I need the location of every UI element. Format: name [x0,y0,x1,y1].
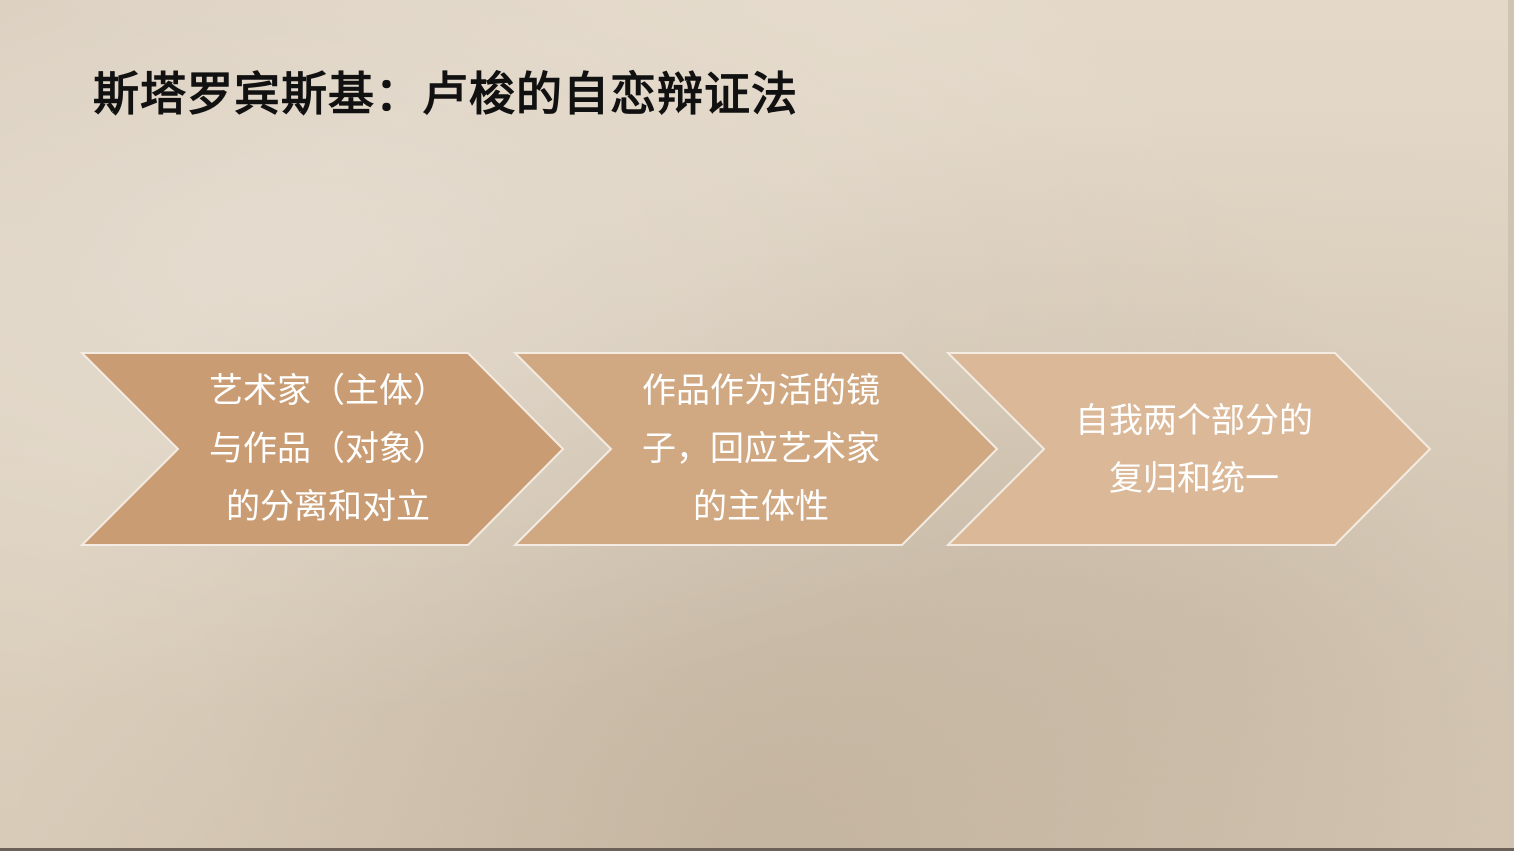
step-2-text: 作品作为活的镜 子，回应艺术家 的主体性 [642,371,880,527]
step-3-text: 自我两个部分的 复归和统一 [1075,401,1313,499]
step-1-text: 艺术家（主体） 与作品（对象） 的分离和对立 [209,371,447,527]
